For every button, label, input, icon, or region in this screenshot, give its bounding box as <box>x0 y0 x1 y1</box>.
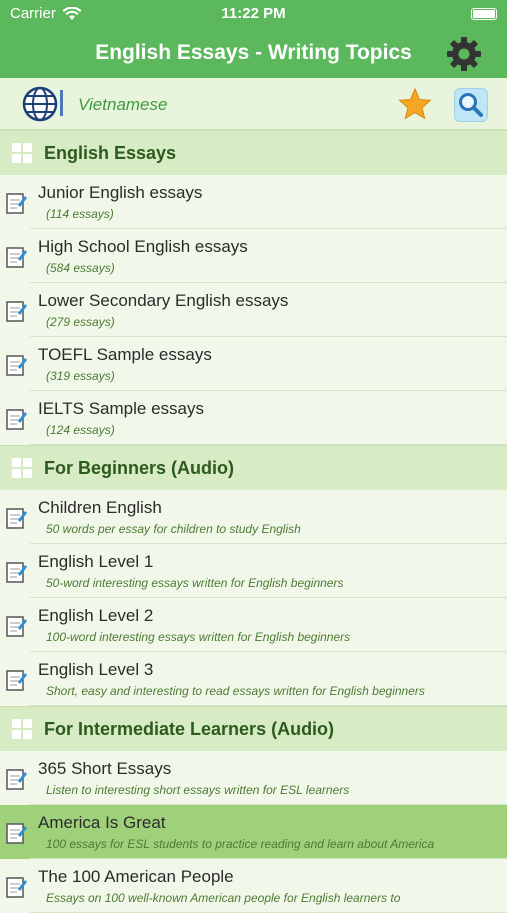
list-item-title: English Level 1 <box>38 552 154 571</box>
list-item[interactable]: English Level 2 100-word interesting essa… <box>0 598 507 652</box>
search-icon <box>459 93 483 117</box>
list-item-title: 365 Short Essays <box>38 759 172 778</box>
wifi-icon <box>62 6 82 20</box>
list-item[interactable]: English Level 3 Short, easy and interesti… <box>0 652 507 706</box>
list-item-subtitle: Short, easy and interesting to read essa… <box>46 684 425 698</box>
star-icon[interactable] <box>398 87 432 121</box>
section-title: English Essays <box>44 142 177 163</box>
document-icon <box>5 668 27 692</box>
document-icon <box>5 506 27 530</box>
document-icon <box>5 875 27 899</box>
list-item[interactable]: 365 Short Essays Listen to interesting sh… <box>0 751 507 805</box>
list-item-title: English Level 3 <box>38 660 154 679</box>
section-header: For Beginners (Audio) <box>0 445 507 490</box>
list-item-title: High School English essays <box>38 237 248 256</box>
list-item[interactable]: America Is Great 100 essays for ESL stude… <box>0 805 507 859</box>
list-item[interactable]: High School English essays (584 essays) <box>0 229 507 283</box>
document-icon <box>5 299 27 323</box>
document-icon <box>5 191 27 215</box>
section-header: For Intermediate Learners (Audio) <box>0 706 507 751</box>
list-item-subtitle: Essays on 100 well-known American people… <box>46 891 401 905</box>
language-divider <box>60 90 63 116</box>
gear-icon[interactable] <box>445 35 483 73</box>
document-icon <box>5 821 27 845</box>
page-title: English Essays - Writing Topics <box>95 40 412 64</box>
list-item-title: The 100 American People <box>38 867 234 886</box>
navigation-bar: English Essays - Writing Topics <box>0 27 507 78</box>
list-item-subtitle: 100-word interesting essays written for … <box>46 630 351 644</box>
list-item-title: TOEFL Sample essays <box>38 345 212 364</box>
language-label[interactable]: Vietnamese <box>78 95 167 115</box>
row-separator <box>30 444 507 445</box>
section-title: For Beginners (Audio) <box>44 457 234 478</box>
list-item[interactable]: TOEFL Sample essays (319 essays) <box>0 337 507 391</box>
search-button[interactable] <box>454 88 488 122</box>
list-item-title: Lower Secondary English essays <box>38 291 289 310</box>
section-header: English Essays <box>0 130 507 175</box>
list-item[interactable]: Lower Secondary English essays (279 essay… <box>0 283 507 337</box>
list-item-subtitle: (114 essays) <box>46 207 114 221</box>
list-item-subtitle: 100 essays for ESL students to practice … <box>46 837 435 851</box>
list-item[interactable]: Junior English essays (114 essays) <box>0 175 507 229</box>
grid-icon <box>12 458 32 478</box>
carrier-label: Carrier <box>10 5 56 22</box>
list-item-subtitle: 50 words per essay for children to study… <box>46 522 301 536</box>
list-item-subtitle: (124 essays) <box>46 423 115 437</box>
document-icon <box>5 560 27 584</box>
globe-icon[interactable] <box>22 86 58 122</box>
document-icon <box>5 353 27 377</box>
list-item-title: America Is Great <box>38 813 166 832</box>
list-item[interactable]: English Level 1 50-word interesting essay… <box>0 544 507 598</box>
document-icon <box>5 407 27 431</box>
document-icon <box>5 245 27 269</box>
section-title: For Intermediate Learners (Audio) <box>44 718 335 739</box>
status-left: Carrier <box>10 5 82 22</box>
language-bar: Vietnamese <box>0 78 507 130</box>
status-bar: Carrier 11:22 PM <box>0 0 507 27</box>
list-item[interactable]: The 100 American People Essays on 100 wel… <box>0 859 507 913</box>
list-item[interactable]: Children English 50 words per essay for c… <box>0 490 507 544</box>
list-item-subtitle: (279 essays) <box>46 315 115 329</box>
list-item-subtitle: Listen to interesting short essays writt… <box>46 783 350 797</box>
list-item-subtitle: 50-word interesting essays written for E… <box>46 576 344 590</box>
list-item-subtitle: (584 essays) <box>46 261 115 275</box>
topic-list: English Essays Junior English essays (114 … <box>0 130 507 913</box>
list-item[interactable]: IELTS Sample essays (124 essays) <box>0 391 507 445</box>
document-icon <box>5 614 27 638</box>
list-item-title: English Level 2 <box>38 606 154 625</box>
list-item-title: Junior English essays <box>38 183 203 202</box>
list-item-title: IELTS Sample essays <box>38 399 204 418</box>
battery-icon <box>471 7 497 20</box>
grid-icon <box>12 143 32 163</box>
list-item-subtitle: (319 essays) <box>46 369 115 383</box>
document-icon <box>5 767 27 791</box>
list-item-title: Children English <box>38 498 162 517</box>
grid-icon <box>12 719 32 739</box>
row-separator <box>30 705 507 706</box>
